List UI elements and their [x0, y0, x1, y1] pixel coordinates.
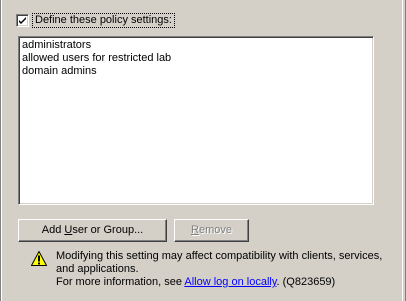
checkmark-icon [19, 16, 26, 24]
add-button-text-rest: ser or Group... [72, 224, 144, 236]
add-button-text: Add [41, 224, 65, 236]
warning-kb-reference: . (Q823659) [276, 276, 336, 288]
remove-button-accelerator: R [191, 224, 199, 236]
warning-line-3: For more information, see Allow log on l… [56, 276, 396, 289]
warning-icon [31, 251, 47, 266]
users-listbox[interactable]: administrators allowed users for restric… [18, 36, 374, 205]
warning-line-2: and applications. [56, 263, 139, 275]
define-policy-label[interactable]: Define these policy settings: [32, 12, 175, 28]
list-item[interactable]: allowed users for restricted lab [22, 52, 370, 65]
define-policy-checkbox[interactable] [16, 13, 29, 27]
compatibility-warning: Modifying this setting may affect compat… [56, 250, 396, 289]
define-policy-checkbox-row[interactable]: Define these policy settings: [16, 12, 175, 28]
allow-log-on-locally-link[interactable]: Allow log on locally [184, 276, 276, 288]
warning-more-info-prefix: For more information, see [56, 276, 185, 288]
list-item[interactable]: administrators [22, 39, 370, 52]
remove-button[interactable]: Remove [174, 219, 249, 242]
remove-button-text: emove [198, 224, 232, 236]
window-left-edge [0, 0, 2, 301]
warning-line-1: Modifying this setting may affect compat… [56, 250, 383, 262]
add-user-or-group-button[interactable]: Add User or Group... [18, 219, 167, 242]
window-right-edge [402, 0, 406, 301]
list-item[interactable]: domain admins [22, 65, 370, 78]
